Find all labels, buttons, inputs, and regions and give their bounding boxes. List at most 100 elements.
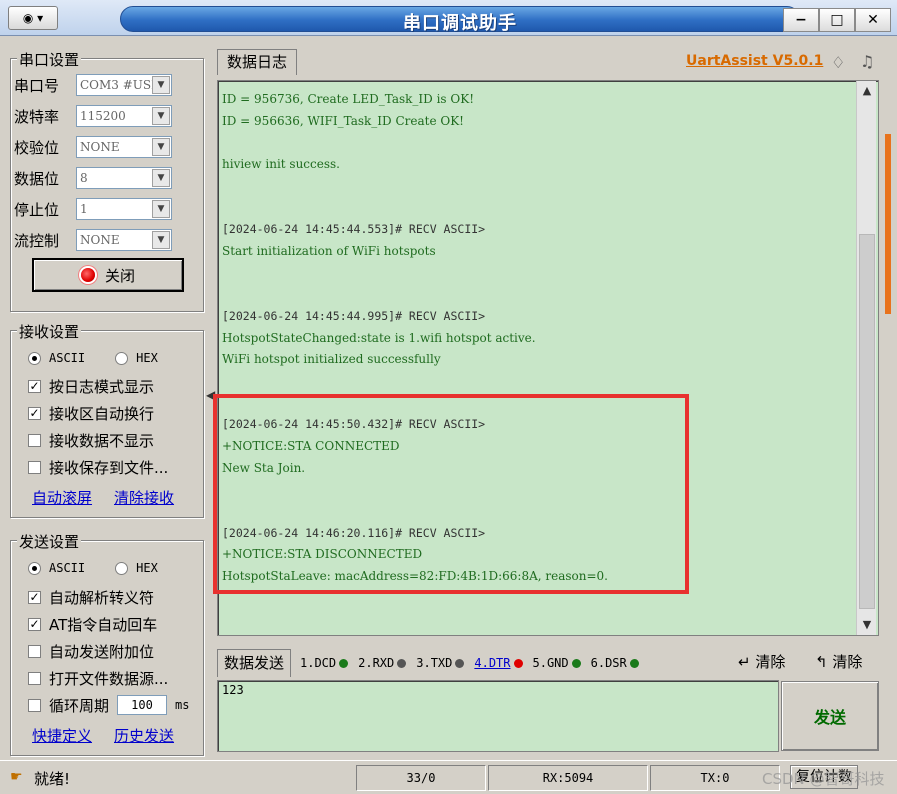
collapse-arrow-icon[interactable]: ◀ [206,388,215,402]
scrollbar-thumb[interactable] [859,234,875,609]
clear-receive-button[interactable]: ↰ 清除 [815,651,862,672]
baud-label: 波特率 [14,107,60,126]
checkbox[interactable]: ✓ [28,379,41,393]
send-ascii-radio[interactable] [28,561,41,575]
pin-label: 3.TXD [416,656,453,670]
chevron-down-icon[interactable]: ▼ [857,615,877,635]
receive-hex-radio[interactable] [115,351,129,365]
checkbox[interactable]: ✓ [28,406,41,420]
autoscroll-link[interactable]: 自动滚屏 [32,487,92,508]
pin-led-icon [455,658,465,668]
pin-status-strip: 1.DCD 2.RXD 3.TXD 4.DTR 5.GND 6.DSR [300,649,639,677]
parity-row: 校验位 NONE ▼ [14,134,172,160]
close-window-button[interactable]: ✕ [855,8,891,32]
send-option-append[interactable]: 自动发送附加位 [28,640,154,662]
log-line: HotspotStaLeave: macAddress=82:FD:4B:1D:… [222,569,608,584]
send-option-escape[interactable]: ✓ 自动解析转义符 [28,586,154,608]
maximize-button[interactable]: □ [819,8,855,32]
history-link[interactable]: 历史发送 [114,725,174,746]
receive-option-log-mode[interactable]: ✓ 按日志模式显示 [28,375,154,397]
chevron-down-icon: ▼ [152,200,170,218]
receive-option-hide[interactable]: 接收数据不显示 [28,429,154,451]
send-option-file[interactable]: 打开文件数据源... [28,667,168,689]
watermark: CSDN @智哥科技 [762,770,885,788]
tx-count: TX:0 [650,765,780,791]
send-option-cycle[interactable]: 循环周期 100 ms [28,694,189,716]
tab-data-send[interactable]: 数据发送 [217,649,291,677]
checkbox[interactable] [28,433,41,447]
clear-receive-link[interactable]: 清除接收 [114,487,174,508]
send-hex-radio[interactable] [115,561,129,575]
send-settings-title: 发送设置 [17,531,82,552]
version-link[interactable]: UartAssist V5.0.1 [686,53,823,69]
chevron-down-icon: ▼ [152,138,170,156]
minimize-button[interactable]: − [783,8,819,32]
tab-data-log[interactable]: 数据日志 [217,49,297,75]
log-output[interactable]: ID = 956736, Create LED_Task_ID is OK! ID… [217,80,879,636]
rx-count: RX:5094 [488,765,648,791]
log-line: HotspotStateChanged:state is 1.wifi hots… [222,330,536,345]
chevron-up-icon[interactable]: ▲ [857,81,877,101]
receive-option-wrap[interactable]: ✓ 接收区自动换行 [28,402,154,424]
receive-ascii-radio[interactable] [28,351,41,365]
checkbox[interactable]: ✓ [28,590,41,604]
chevron-down-icon: ▼ [152,76,170,94]
log-timestamp-line: [2024-06-24 14:45:44.553]# RECV ASCII> [222,222,486,237]
clear-up-icon: ↰ [815,653,833,671]
checkbox[interactable]: ✓ [28,617,41,631]
pin-led-icon [629,658,639,668]
checkbox[interactable] [28,698,41,712]
log-timestamp-line: [2024-06-24 14:45:50.432]# RECV ASCII> [222,417,486,432]
pin-indicator-6: 6.DSR [591,656,639,670]
log-timestamp-line: [2024-06-24 14:45:44.995]# RECV ASCII> [222,308,486,323]
send-option-at-cr[interactable]: ✓ AT指令自动回车 [28,613,157,635]
gem-icon[interactable]: ♢ [831,53,845,72]
clear-send-button[interactable]: ↵ 清除 [738,651,785,672]
log-line: +NOTICE:STA DISCONNECTED [222,547,423,562]
pin-indicator-2: 2.RXD [358,656,407,670]
databits-select[interactable]: 8 ▼ [76,167,172,189]
pin-label: 5.GND [532,656,569,670]
checkbox[interactable] [28,671,41,685]
baud-select[interactable]: 115200 ▼ [76,105,172,127]
log-scrollbar[interactable]: ▲ ▼ [856,81,876,635]
send-input-text: 123 [222,683,244,697]
databits-label: 数据位 [14,169,60,188]
receive-mode-row: ASCII HEX [28,347,158,369]
flow-row: 流控制 NONE ▼ [14,227,172,253]
ready-icon: ☛ [10,769,23,785]
databits-row: 数据位 8 ▼ [14,165,172,191]
title-bar: ◉ ▾ 串口调试助手 ⊸ − □ ✕ [0,0,897,36]
serial-settings-title: 串口设置 [17,49,82,70]
pin-indicator-4[interactable]: 4.DTR [474,656,523,670]
parity-select[interactable]: NONE ▼ [76,136,172,158]
flow-select[interactable]: NONE ▼ [76,229,172,251]
log-line: Start initialization of WiFi hotspots [222,243,436,258]
system-menu-button[interactable]: ◉ ▾ [8,6,58,30]
receive-settings-title: 接收设置 [17,321,82,342]
pin-led-icon [571,658,581,668]
checkbox[interactable] [28,460,41,474]
send-button[interactable]: 发送 [781,681,879,751]
bell-icon[interactable]: ♫ [860,52,874,71]
send-input[interactable]: 123 [217,680,779,752]
stopbits-select[interactable]: 1 ▼ [76,198,172,220]
stopbits-row: 停止位 1 ▼ [14,196,172,222]
pin-indicator-3: 3.TXD [416,656,465,670]
cycle-unit: ms [175,698,190,712]
port-select[interactable]: COM3 #USE ▼ [76,74,172,96]
shortcut-link[interactable]: 快捷定义 [32,725,92,746]
receive-option-save[interactable]: 接收保存到文件... [28,456,168,478]
parity-label: 校验位 [14,138,60,157]
cycle-input[interactable]: 100 [117,695,168,715]
log-line: ID = 956736, Create LED_Task_ID is OK! [222,92,475,106]
pin-indicator-1: 1.DCD [300,656,349,670]
close-port-button[interactable]: 关闭 [32,258,184,292]
checkbox[interactable] [28,644,41,658]
pin-label: 6.DSR [590,656,627,670]
chevron-down-icon: ▼ [152,169,170,187]
